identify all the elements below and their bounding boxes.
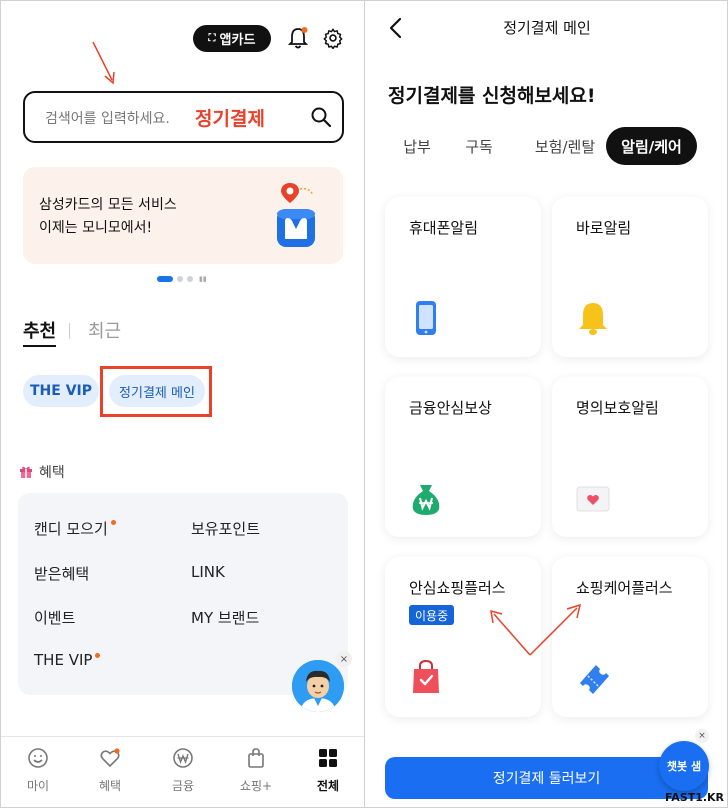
phone-icon [416, 301, 436, 335]
banner-line-1: 삼성카드의 모든 서비스 [39, 197, 177, 213]
ticket-icon [580, 665, 609, 694]
card-title: 휴대폰알림 [409, 219, 479, 237]
card-title: 바로알림 [576, 219, 632, 237]
benefit-item-my-brand[interactable]: MY 브랜드 [191, 607, 259, 628]
new-dot [95, 653, 101, 658]
appcard-label: 앱카드 [219, 33, 256, 48]
monimo-logo-icon [277, 183, 315, 247]
scan-icon: ⛶ [208, 33, 216, 44]
carousel-indicator[interactable]: ▮▮ [157, 275, 207, 283]
tab-insurance-rental[interactable]: 보험/렌탈 [519, 127, 611, 165]
bottom-navigation: 마이 혜택 금융 쇼핑+ 전체 [1, 736, 364, 807]
won-icon [173, 748, 193, 768]
settings-gear-icon[interactable] [322, 27, 344, 49]
search-box[interactable]: 검색어를 입력하세요. 정기결제 [23, 91, 344, 143]
carousel-dot-active [157, 276, 173, 282]
search-annotation-text: 정기결제 [195, 108, 265, 130]
tab-recent[interactable]: 최근 [88, 317, 121, 343]
watermark: FAST1.KR [665, 791, 725, 804]
benefits-header: 혜택 [19, 462, 65, 482]
nav-item-all[interactable]: 전체 [298, 747, 358, 794]
search-icon[interactable] [310, 106, 332, 128]
card-shopping-care-plus[interactable]: 쇼핑케어플러스 [552, 557, 708, 717]
smile-icon [28, 748, 48, 768]
nav-item-finance[interactable]: 금융 [153, 747, 213, 794]
benefit-item-points[interactable]: 보유포인트 [191, 518, 260, 539]
bell-icon [579, 303, 607, 335]
page-title: 정기결제 메인 [503, 19, 591, 37]
card-instant-alert[interactable]: 바로알림 [552, 197, 708, 357]
benefit-item-candy[interactable]: 캔디 모으기 [34, 518, 116, 539]
chatbot-button[interactable]: 챗봇 샘 [659, 741, 709, 791]
card-safe-shopping-plus[interactable]: 안심쇼핑플러스 이용중 [385, 557, 541, 717]
benefit-item-event[interactable]: 이벤트 [34, 607, 75, 628]
close-icon[interactable]: × [336, 651, 352, 667]
card-identity-protection[interactable]: 명의보호알림 [552, 377, 708, 537]
chip-the-vip[interactable]: THE VIP [23, 375, 99, 407]
search-placeholder: 검색어를 입력하세요. [45, 111, 170, 127]
left-screen: ⛶ 앱카드 검색어를 입력하세요. 정기결제 삼성카드의 모든 서비스 이제는 … [0, 0, 364, 808]
tab-divider [69, 323, 70, 339]
banner-line-2: 이제는 모니모에서! [39, 220, 153, 236]
notification-bell-icon[interactable] [287, 26, 309, 50]
card-title: 금융안심보상 [409, 399, 492, 417]
nav-item-shopping[interactable]: 쇼핑+ [226, 747, 286, 794]
card-title: 쇼핑케어플러스 [576, 579, 673, 597]
benefit-item-the-vip[interactable]: THE VIP [34, 651, 101, 669]
card-financial-security[interactable]: 금융안심보상 [385, 377, 541, 537]
nav-item-benefits[interactable]: 혜택 [80, 747, 140, 794]
card-title: 명의보호알림 [576, 399, 659, 417]
heart-card-icon [576, 486, 610, 512]
benefit-item-link[interactable]: LINK [191, 563, 225, 581]
tab-recommended[interactable]: 추천 [23, 317, 57, 347]
nav-item-my[interactable]: 마이 [8, 747, 68, 794]
benefits-panel: 캔디 모으기 보유포인트 받은혜택 LINK 이벤트 MY 브랜드 THE VI… [18, 493, 348, 695]
page-headline: 정기결제를 신청해보세요! [388, 85, 596, 107]
right-screen: 정기결제 메인 정기결제를 신청해보세요! 납부 구독 보험/렌탈 알림/케어 … [364, 0, 728, 808]
appcard-button[interactable]: ⛶ 앱카드 [193, 25, 271, 52]
benefit-item-received[interactable]: 받은혜택 [34, 563, 89, 584]
tab-payment[interactable]: 납부 [391, 127, 443, 165]
shopping-bag-check-icon [413, 659, 439, 693]
benefits-title: 혜택 [39, 465, 65, 481]
carousel-dot [187, 276, 193, 282]
promo-banner[interactable]: 삼성카드의 모든 서비스 이제는 모니모에서! [23, 167, 343, 264]
carousel-pause-icon[interactable]: ▮▮ [199, 275, 207, 283]
shopping-bag-icon [248, 748, 264, 768]
chatbot-avatar-button[interactable] [292, 660, 344, 712]
annotation-highlight-box [100, 366, 212, 417]
card-phone-alert[interactable]: 휴대폰알림 [385, 197, 541, 357]
card-title: 안심쇼핑플러스 [409, 579, 506, 597]
in-use-badge: 이용중 [409, 605, 455, 625]
carousel-dot [177, 276, 183, 282]
gift-icon [20, 466, 32, 478]
new-dot [110, 520, 116, 525]
heart-icon [100, 748, 120, 768]
money-bag-icon [412, 485, 440, 515]
tab-alert-care[interactable]: 알림/케어 [606, 127, 697, 165]
close-icon[interactable]: × [695, 729, 709, 743]
tab-subscription[interactable]: 구독 [453, 127, 505, 165]
person-avatar-icon [292, 660, 344, 712]
grid-icon [319, 749, 337, 767]
